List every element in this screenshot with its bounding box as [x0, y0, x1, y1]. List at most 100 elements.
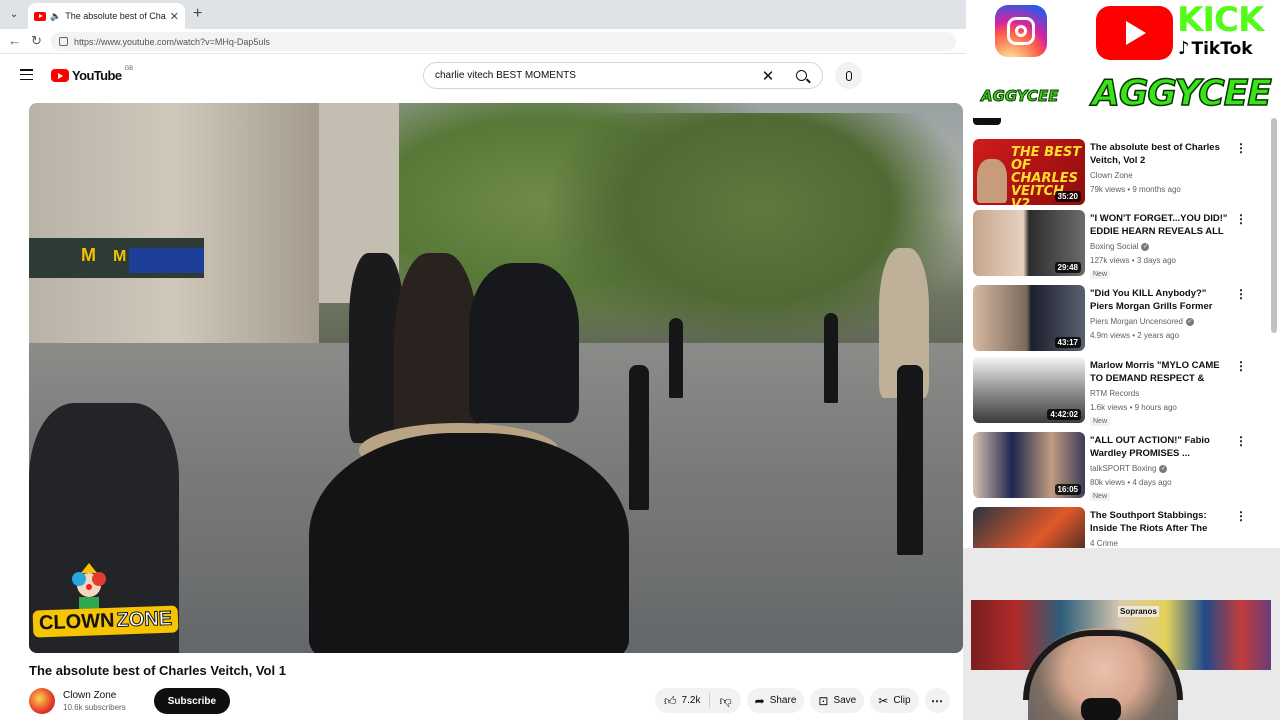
rec-channel-name: RTM Records — [1090, 389, 1140, 398]
new-tab-icon[interactable]: + — [193, 5, 202, 23]
more-vert-icon[interactable]: ⋮ — [1235, 141, 1247, 155]
new-badge: New — [1090, 270, 1111, 279]
rec-channel[interactable]: 4 Crime — [1090, 539, 1118, 548]
microphone-arm — [1081, 698, 1121, 720]
like-button[interactable]: 👍︎ 7.2k — [655, 688, 709, 713]
streamer-handle-small: AGGYCEE — [980, 87, 1059, 106]
rec-meta: 79k views • 9 months ago — [1090, 185, 1181, 194]
recommendations-panel: THE BEST OF CHARLES VEITCH V2 35:20 The … — [966, 118, 1280, 548]
verified-icon: ✓ — [1185, 317, 1194, 326]
subscriber-count: 10.6k subscribers — [63, 703, 126, 712]
video-thumbnail[interactable]: 29:48 — [973, 210, 1085, 276]
rec-channel[interactable]: Clown Zone — [1090, 171, 1133, 180]
rec-channel[interactable]: RTM Records — [1090, 389, 1139, 398]
duration-badge: 29:48 — [1054, 262, 1081, 273]
rec-title[interactable]: The Southport Stabbings: Inside The Riot… — [1090, 509, 1230, 537]
back-arrow-icon[interactable]: ← — [8, 33, 21, 48]
search-button[interactable] — [780, 63, 822, 88]
dislike-button[interactable]: 👎︎ — [710, 688, 740, 713]
site-info-icon[interactable] — [59, 37, 68, 46]
rec-channel-name: Piers Morgan Uncensored — [1090, 317, 1183, 326]
video-player[interactable]: M M CLOWN ZONE — [29, 103, 963, 653]
rec-channel-name: talkSPORT Boxing — [1090, 464, 1157, 473]
subscribe-button[interactable]: Subscribe — [153, 688, 231, 714]
save-button[interactable]: ⊡ Save — [810, 688, 865, 713]
like-dislike-group: 👍︎ 7.2k 👎︎ — [655, 688, 741, 713]
kick-logo: KICK — [1177, 0, 1264, 40]
instagram-icon — [995, 5, 1047, 57]
scene-sign — [129, 248, 204, 273]
rec-title[interactable]: "I WON'T FORGET...YOU DID!" EDDIE HEARN … — [1090, 212, 1230, 240]
scene-person — [309, 433, 629, 653]
video-thumbnail[interactable]: THE BEST OF CHARLES VEITCH V2 35:20 — [973, 139, 1085, 205]
rec-title[interactable]: The absolute best of Charles Veitch, Vol… — [1090, 141, 1230, 167]
recommendation-item[interactable]: 29:48 "I WON'T FORGET...YOU DID!" EDDIE … — [973, 210, 1273, 279]
menu-icon[interactable] — [20, 69, 33, 80]
mcdonalds-logo: M — [113, 248, 127, 265]
duration-badge: 4:42:02 — [1047, 409, 1081, 420]
tiktok-logo: ♪ TikTok — [1178, 38, 1253, 59]
rec-channel[interactable]: Piers Morgan Uncensored ✓ — [1090, 317, 1194, 326]
clip-label: Clip — [893, 695, 911, 706]
youtube-favicon-icon — [34, 11, 46, 21]
channel-avatar[interactable] — [29, 688, 55, 714]
share-icon: ➦ — [754, 693, 765, 708]
more-vert-icon[interactable]: ⋮ — [1235, 287, 1247, 301]
rec-meta: 4.9m views • 2 years ago — [1090, 331, 1180, 340]
address-bar: ← ↻ https://www.youtube.com/watch?v=MHq-… — [0, 29, 966, 54]
verified-icon: ✓ — [1159, 464, 1168, 473]
channel-name[interactable]: Clown Zone — [63, 690, 126, 701]
search-input[interactable]: charlie vitech BEST MOMENTS — [424, 70, 756, 81]
scene-bollard — [629, 365, 649, 510]
mcdonalds-logo: M — [81, 245, 96, 265]
youtube-logo[interactable]: YouTube GB — [51, 66, 133, 83]
streamer-webcam: Sopranos — [963, 548, 1280, 720]
more-vert-icon[interactable]: ⋮ — [1235, 212, 1247, 226]
share-button[interactable]: ➦ Share — [746, 688, 805, 713]
clip-button[interactable]: ✂ Clip — [870, 688, 919, 713]
video-thumbnail[interactable] — [973, 507, 1085, 548]
more-vert-icon[interactable]: ⋮ — [1235, 509, 1247, 523]
rec-title[interactable]: Marlow Morris "MYLO CAME TO DEMAND RESPE… — [1090, 359, 1230, 387]
more-actions-button[interactable]: ⋯ — [924, 688, 950, 713]
more-vert-icon[interactable]: ⋮ — [1235, 359, 1247, 373]
rec-channel-name: 4 Crime — [1090, 539, 1119, 548]
url-field[interactable]: https://www.youtube.com/watch?v=MHq-Dap5… — [51, 32, 956, 51]
clown-zone-logo: CLOWN ZONE — [32, 605, 179, 638]
reload-icon[interactable]: ↻ — [31, 33, 42, 49]
more-vert-icon[interactable]: ⋮ — [1235, 434, 1247, 448]
tab-search-dropdown-icon[interactable]: ⌄ — [5, 6, 23, 23]
thumbs-down-icon: 👎︎ — [719, 693, 732, 708]
youtube-header: YouTube GB charlie vitech BEST MOMENTS ✕ — [0, 54, 966, 98]
video-thumbnail[interactable]: 16:05 — [973, 432, 1085, 498]
browser-tab-active[interactable]: 🔈 The absolute best of Charles ✕ — [28, 3, 185, 29]
rec-channel-name: Clown Zone — [1090, 171, 1133, 180]
video-thumbnail[interactable]: 4:42:02 — [973, 357, 1085, 423]
recommendation-item[interactable]: 16:05 "ALL OUT ACTION!" Fabio Wardley PR… — [973, 432, 1273, 501]
rec-channel[interactable]: Boxing Social ✓ — [1090, 242, 1150, 251]
rec-meta: 1.6k views • 9 hours ago — [1090, 403, 1177, 412]
tab-close-icon[interactable]: ✕ — [170, 10, 179, 23]
poster-text: Sopranos — [1118, 606, 1159, 617]
video-thumbnail[interactable]: 43:17 — [973, 285, 1085, 351]
recommendation-item[interactable]: The Southport Stabbings: Inside The Riot… — [973, 507, 1273, 548]
streamer-handle-large: AGGYCEE — [1091, 72, 1272, 115]
clear-search-icon[interactable]: ✕ — [756, 67, 780, 85]
search-box[interactable]: charlie vitech BEST MOMENTS ✕ — [423, 62, 823, 89]
voice-search-button[interactable] — [835, 62, 862, 89]
microphone-icon — [845, 70, 852, 81]
recommendation-item[interactable]: 43:17 "Did You KILL Anybody?" Piers Morg… — [973, 285, 1273, 353]
recommendation-item[interactable]: THE BEST OF CHARLES VEITCH V2 35:20 The … — [973, 139, 1273, 207]
speaker-icon[interactable]: 🔈 — [50, 11, 61, 22]
rec-title[interactable]: "ALL OUT ACTION!" Fabio Wardley PROMISES… — [1090, 434, 1230, 460]
video-title: The absolute best of Charles Veitch, Vol… — [29, 663, 286, 678]
like-count: 7.2k — [681, 695, 701, 706]
search-icon — [795, 70, 807, 81]
rec-channel[interactable]: talkSPORT Boxing ✓ — [1090, 464, 1168, 473]
thumbs-up-icon: 👍︎ — [664, 693, 677, 708]
recommendation-item[interactable]: 4:42:02 Marlow Morris "MYLO CAME TO DEMA… — [973, 357, 1273, 426]
youtube-icon — [1096, 6, 1173, 60]
tiktok-icon: ♪ — [1178, 38, 1190, 59]
rec-title[interactable]: "Did You KILL Anybody?" Piers Morgan Gri… — [1090, 287, 1230, 315]
browser-tabbar: ⌄ 🔈 The absolute best of Charles ✕ + — [0, 0, 966, 29]
